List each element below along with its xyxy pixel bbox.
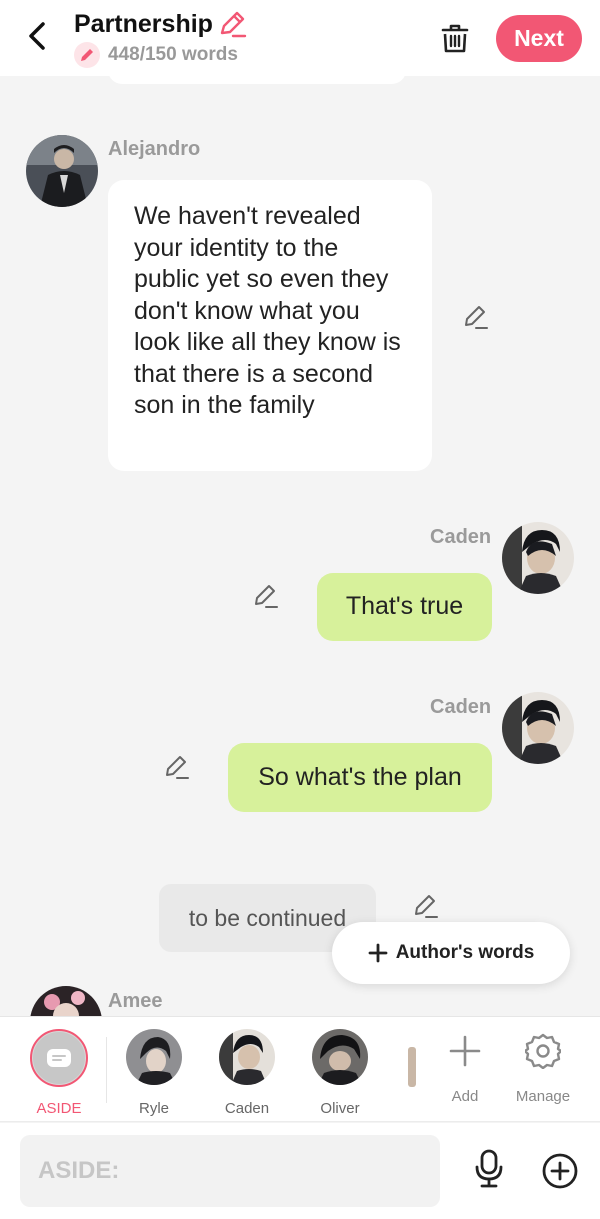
manage-button[interactable]: Manage xyxy=(507,1029,579,1105)
avatar-caden[interactable] xyxy=(502,522,574,594)
avatar-caden-small xyxy=(219,1029,275,1085)
chat-area[interactable]: Alejandro We haven't revealed your ident… xyxy=(0,76,600,1016)
edit-title-pencil-icon xyxy=(220,11,247,38)
character-caden[interactable]: Caden xyxy=(212,1029,282,1117)
more-options-button[interactable] xyxy=(540,1151,580,1191)
authors-words-button[interactable]: Author's words xyxy=(332,922,570,984)
previous-message-bubble[interactable] xyxy=(108,76,406,84)
voice-button[interactable] xyxy=(470,1149,508,1189)
divider xyxy=(106,1037,107,1103)
character-aside[interactable]: ASIDE xyxy=(24,1029,94,1117)
aside-avatar xyxy=(30,1029,88,1087)
mic-icon xyxy=(475,1149,503,1188)
avatar-ryle xyxy=(126,1029,182,1085)
input-bar xyxy=(0,1123,600,1219)
delete-button[interactable] xyxy=(438,20,472,56)
edit-icon[interactable] xyxy=(252,582,280,610)
speaker-name: Caden xyxy=(430,696,492,718)
speaker-name: Alejandro xyxy=(108,138,201,160)
message-bubble[interactable]: So what's the plan xyxy=(228,743,492,812)
character-bar: ASIDE Ryle Caden Oliver Add Manage xyxy=(0,1016,600,1122)
back-button[interactable] xyxy=(22,18,52,54)
back-arrow-icon xyxy=(29,22,45,50)
avatar-amee[interactable] xyxy=(30,986,102,1016)
authors-words-label: Author's words xyxy=(395,942,535,963)
add-label: Add xyxy=(451,1088,479,1105)
speaker-name: Amee xyxy=(108,990,163,1012)
story-title-row[interactable]: Partnership xyxy=(74,9,247,39)
gear-icon xyxy=(525,1033,561,1069)
add-character-button[interactable]: Add xyxy=(429,1029,501,1105)
story-title: Partnership xyxy=(74,9,213,38)
character-label: Ryle xyxy=(138,1100,169,1117)
character-label: Oliver xyxy=(320,1100,360,1117)
pencil-icon xyxy=(74,42,100,68)
message-bubble[interactable]: We haven't revealed your identity to the… xyxy=(108,180,432,471)
edit-icon[interactable] xyxy=(462,303,490,331)
top-bar: Partnership 448/150 words Next xyxy=(0,0,600,76)
plus-icon xyxy=(449,1035,481,1067)
avatar-alejandro[interactable] xyxy=(26,135,98,207)
next-button[interactable]: Next xyxy=(496,15,582,62)
edit-icon[interactable] xyxy=(412,892,440,920)
manage-label: Manage xyxy=(515,1088,571,1105)
character-label: ASIDE xyxy=(36,1100,82,1117)
partial-avatar[interactable] xyxy=(408,1047,416,1087)
edit-icon[interactable] xyxy=(163,753,191,781)
word-count: 448/150 words xyxy=(108,44,238,65)
speaker-name: Caden xyxy=(430,526,492,548)
aside-chat-icon xyxy=(47,1049,71,1067)
message-bubble[interactable]: That's true xyxy=(317,573,492,641)
avatar-oliver xyxy=(312,1029,368,1085)
word-count-row: 448/150 words xyxy=(74,42,238,68)
trash-icon xyxy=(441,24,469,53)
character-oliver[interactable]: Oliver xyxy=(305,1029,375,1117)
message-input[interactable] xyxy=(20,1135,440,1207)
avatar-caden[interactable] xyxy=(502,692,574,764)
plus-icon xyxy=(368,943,388,963)
character-ryle[interactable]: Ryle xyxy=(119,1029,189,1117)
character-label: Caden xyxy=(224,1100,270,1117)
plus-circle-icon xyxy=(542,1153,578,1189)
